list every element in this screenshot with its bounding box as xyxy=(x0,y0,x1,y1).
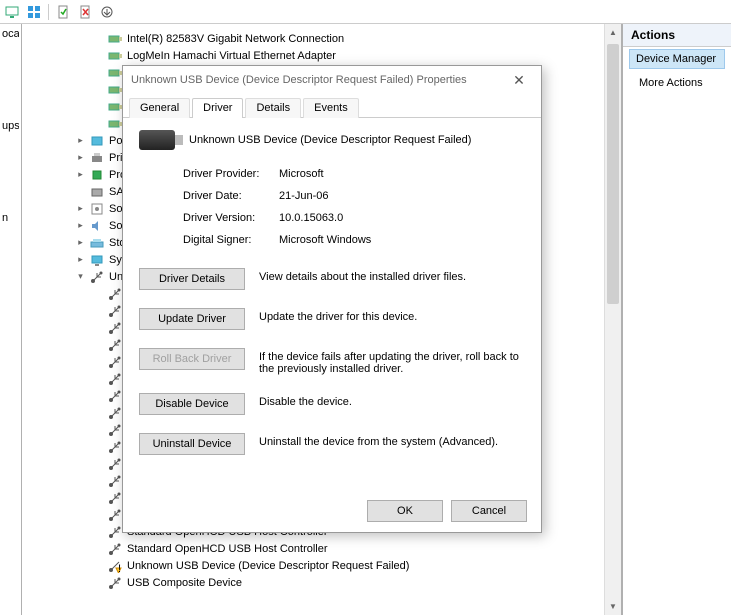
disable-device-button[interactable]: Disable Device xyxy=(139,393,245,415)
disk-icon xyxy=(89,184,105,200)
usb-icon xyxy=(89,269,105,285)
close-icon[interactable]: ✕ xyxy=(505,70,533,90)
tree-node[interactable]: Intel(R) 82583V Gigabit Network Connecti… xyxy=(90,30,621,47)
monitor-icon[interactable] xyxy=(4,4,20,20)
usb-icon xyxy=(107,507,123,523)
scrollbar[interactable]: ▲ ▼ xyxy=(604,24,621,615)
system-icon xyxy=(89,252,105,268)
usb-icon xyxy=(107,473,123,489)
cancel-button[interactable]: Cancel xyxy=(451,500,527,522)
expand-icon[interactable]: ▸ xyxy=(76,135,85,146)
expand-icon[interactable]: ▸ xyxy=(76,152,85,163)
network-adapter-icon xyxy=(107,82,123,98)
date-value: 21-Jun-06 xyxy=(279,190,525,202)
tree-node[interactable]: USB Composite Device xyxy=(90,574,621,591)
sound-icon xyxy=(89,218,105,234)
printer-icon xyxy=(89,150,105,166)
provider-value: Microsoft xyxy=(279,168,525,180)
rollback-driver-desc: If the device fails after updating the d… xyxy=(259,348,525,375)
tree-label: LogMeIn Hamachi Virtual Ethernet Adapter xyxy=(127,50,336,62)
svg-text:!: ! xyxy=(118,563,121,573)
expand-icon[interactable]: ▸ xyxy=(76,220,85,231)
software-icon xyxy=(89,201,105,217)
signer-value: Microsoft Windows xyxy=(279,234,525,246)
scroll-up-icon[interactable]: ▲ xyxy=(605,24,621,41)
update-driver-desc: Update the driver for this device. xyxy=(259,308,525,323)
usb-icon xyxy=(107,354,123,370)
expand-icon[interactable]: ▸ xyxy=(76,203,85,214)
usb-icon xyxy=(107,371,123,387)
usb-icon xyxy=(107,303,123,319)
actions-section[interactable]: Device Manager xyxy=(629,49,725,69)
scroll-thumb[interactable] xyxy=(607,44,619,304)
dialog-titlebar[interactable]: Unknown USB Device (Device Descriptor Re… xyxy=(123,66,541,94)
scroll-down-icon[interactable]: ▼ xyxy=(605,598,621,615)
disable-icon[interactable] xyxy=(77,4,93,20)
tab-driver[interactable]: Driver xyxy=(192,98,243,118)
usb-icon xyxy=(107,405,123,421)
version-label: Driver Version: xyxy=(183,212,279,224)
signer-label: Digital Signer: xyxy=(183,234,279,246)
tree-label: Standard OpenHCD USB Host Controller xyxy=(127,543,328,555)
usb-icon xyxy=(107,320,123,336)
uninstall-device-desc: Uninstall the device from the system (Ad… xyxy=(259,433,525,448)
tab-events[interactable]: Events xyxy=(303,98,359,118)
device-name: Unknown USB Device (Device Descriptor Re… xyxy=(189,134,471,146)
properties-dialog: Unknown USB Device (Device Descriptor Re… xyxy=(122,65,542,533)
toolbar xyxy=(0,0,731,24)
update-driver-button[interactable]: Update Driver xyxy=(139,308,245,330)
usb-icon xyxy=(107,439,123,455)
actions-more[interactable]: More Actions xyxy=(623,71,731,95)
usb-warning-icon: ! xyxy=(107,558,123,574)
tree-node[interactable]: LogMeIn Hamachi Virtual Ethernet Adapter xyxy=(90,47,621,64)
expand-icon[interactable]: ▸ xyxy=(76,237,85,248)
usb-icon xyxy=(107,388,123,404)
tiles-icon[interactable] xyxy=(26,4,42,20)
usb-device-icon xyxy=(139,130,175,150)
usb-icon xyxy=(107,337,123,353)
storage-icon xyxy=(89,235,105,251)
network-adapter-icon xyxy=(107,65,123,81)
left-rail: ocal ups n xyxy=(0,24,22,615)
network-adapter-icon xyxy=(107,31,123,47)
expand-icon[interactable]: ▸ xyxy=(76,254,85,265)
uninstall-device-button[interactable]: Uninstall Device xyxy=(139,433,245,455)
actions-panel: Actions Device Manager More Actions xyxy=(622,24,731,615)
actions-header: Actions xyxy=(623,24,731,47)
tree-node[interactable]: Standard OpenHCD USB Host Controller xyxy=(90,540,621,557)
driver-details-desc: View details about the installed driver … xyxy=(259,268,525,283)
rollback-driver-button: Roll Back Driver xyxy=(139,348,245,370)
update-icon[interactable] xyxy=(99,4,115,20)
processor-icon xyxy=(89,167,105,183)
ok-button[interactable]: OK xyxy=(367,500,443,522)
tree-label: Intel(R) 82583V Gigabit Network Connecti… xyxy=(127,33,344,45)
network-adapter-icon xyxy=(107,99,123,115)
dialog-title: Unknown USB Device (Device Descriptor Re… xyxy=(131,74,505,86)
dialog-tabs: GeneralDriverDetailsEvents xyxy=(123,94,541,118)
version-value: 10.0.15063.0 xyxy=(279,212,525,224)
tab-details[interactable]: Details xyxy=(245,98,301,118)
driver-details-button[interactable]: Driver Details xyxy=(139,268,245,290)
provider-label: Driver Provider: xyxy=(183,168,279,180)
tab-general[interactable]: General xyxy=(129,98,190,118)
network-adapter-icon xyxy=(107,116,123,132)
usb-icon xyxy=(107,286,123,302)
tree-label: USB Composite Device xyxy=(127,577,242,589)
date-label: Driver Date: xyxy=(183,190,279,202)
usb-icon xyxy=(107,524,123,540)
portable-icon xyxy=(89,133,105,149)
expand-icon[interactable]: ▸ xyxy=(76,169,85,180)
usb-icon xyxy=(107,490,123,506)
enable-icon[interactable] xyxy=(55,4,71,20)
usb-icon xyxy=(107,575,123,591)
usb-icon xyxy=(107,456,123,472)
tree-label: Unknown USB Device (Device Descriptor Re… xyxy=(127,560,409,572)
usb-icon xyxy=(107,422,123,438)
usb-icon xyxy=(107,541,123,557)
tree-node[interactable]: ! Unknown USB Device (Device Descriptor R… xyxy=(90,557,621,574)
disable-device-desc: Disable the device. xyxy=(259,393,525,408)
expand-icon[interactable]: ▾ xyxy=(76,271,85,282)
network-adapter-icon xyxy=(107,48,123,64)
